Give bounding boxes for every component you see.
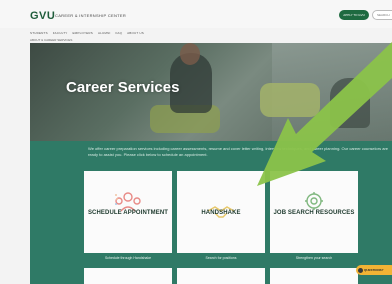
site-subtitle: CAREER & INTERNSHIP CENTER xyxy=(55,13,127,18)
browser-viewport: GVU CAREER & INTERNSHIP CENTER APPLY TO … xyxy=(0,0,392,284)
breadcrumb[interactable]: ABOUT & CAREER SERVICES xyxy=(30,38,72,42)
card-job-search-resources[interactable]: JOB SEARCH RESOURCES xyxy=(270,171,358,253)
nav-item-employers[interactable]: EMPLOYERS xyxy=(72,31,92,35)
nav-item-about[interactable]: ABOUT US xyxy=(127,31,144,35)
card-handshake[interactable]: HANDSHAKE xyxy=(177,171,265,253)
page-title: Career Services xyxy=(66,79,180,96)
card-row-2-item[interactable] xyxy=(270,268,358,284)
apply-button[interactable]: APPLY TO GVU xyxy=(339,10,369,20)
card-schedule-appointment[interactable]: SCHEDULE APPOINTMENT xyxy=(84,171,172,253)
card-caption[interactable]: Search for positions xyxy=(177,256,265,260)
card-title: JOB SEARCH RESOURCES xyxy=(273,210,355,216)
handshake-icon xyxy=(207,206,235,218)
search-button[interactable]: SEARCH xyxy=(372,10,392,20)
card-row-2-item[interactable] xyxy=(177,268,265,284)
nav-item-alumni[interactable]: ALUMNI xyxy=(98,31,111,35)
card-caption[interactable]: Strengthen your search xyxy=(270,256,358,260)
intro-text: We offer career preparation services inc… xyxy=(88,146,388,157)
nav-item-students[interactable]: STUDENTS xyxy=(30,31,48,35)
hero-chair xyxy=(260,83,320,117)
hero-person-secondary xyxy=(330,78,370,128)
card-row-2-item[interactable] xyxy=(84,268,172,284)
card-caption[interactable]: Schedule through Handshake xyxy=(84,256,172,260)
nav-item-faq[interactable]: FAQ xyxy=(116,31,123,35)
card-title: SCHEDULE APPOINTMENT xyxy=(87,210,169,216)
questions-chat-button[interactable]: QUESTIONS? xyxy=(356,265,392,275)
chat-label: QUESTIONS? xyxy=(364,268,384,272)
nav-item-faculty[interactable]: FACULTY xyxy=(53,31,68,35)
chat-icon xyxy=(358,267,363,273)
card-title: HANDSHAKE xyxy=(201,210,241,216)
main-nav: STUDENTS FACULTY EMPLOYERS ALUMNI FAQ AB… xyxy=(30,31,144,35)
site-header: GVU CAREER & INTERNSHIP CENTER APPLY TO … xyxy=(0,0,392,28)
site-logo[interactable]: GVU xyxy=(30,10,55,22)
hero-person-head xyxy=(180,43,200,65)
